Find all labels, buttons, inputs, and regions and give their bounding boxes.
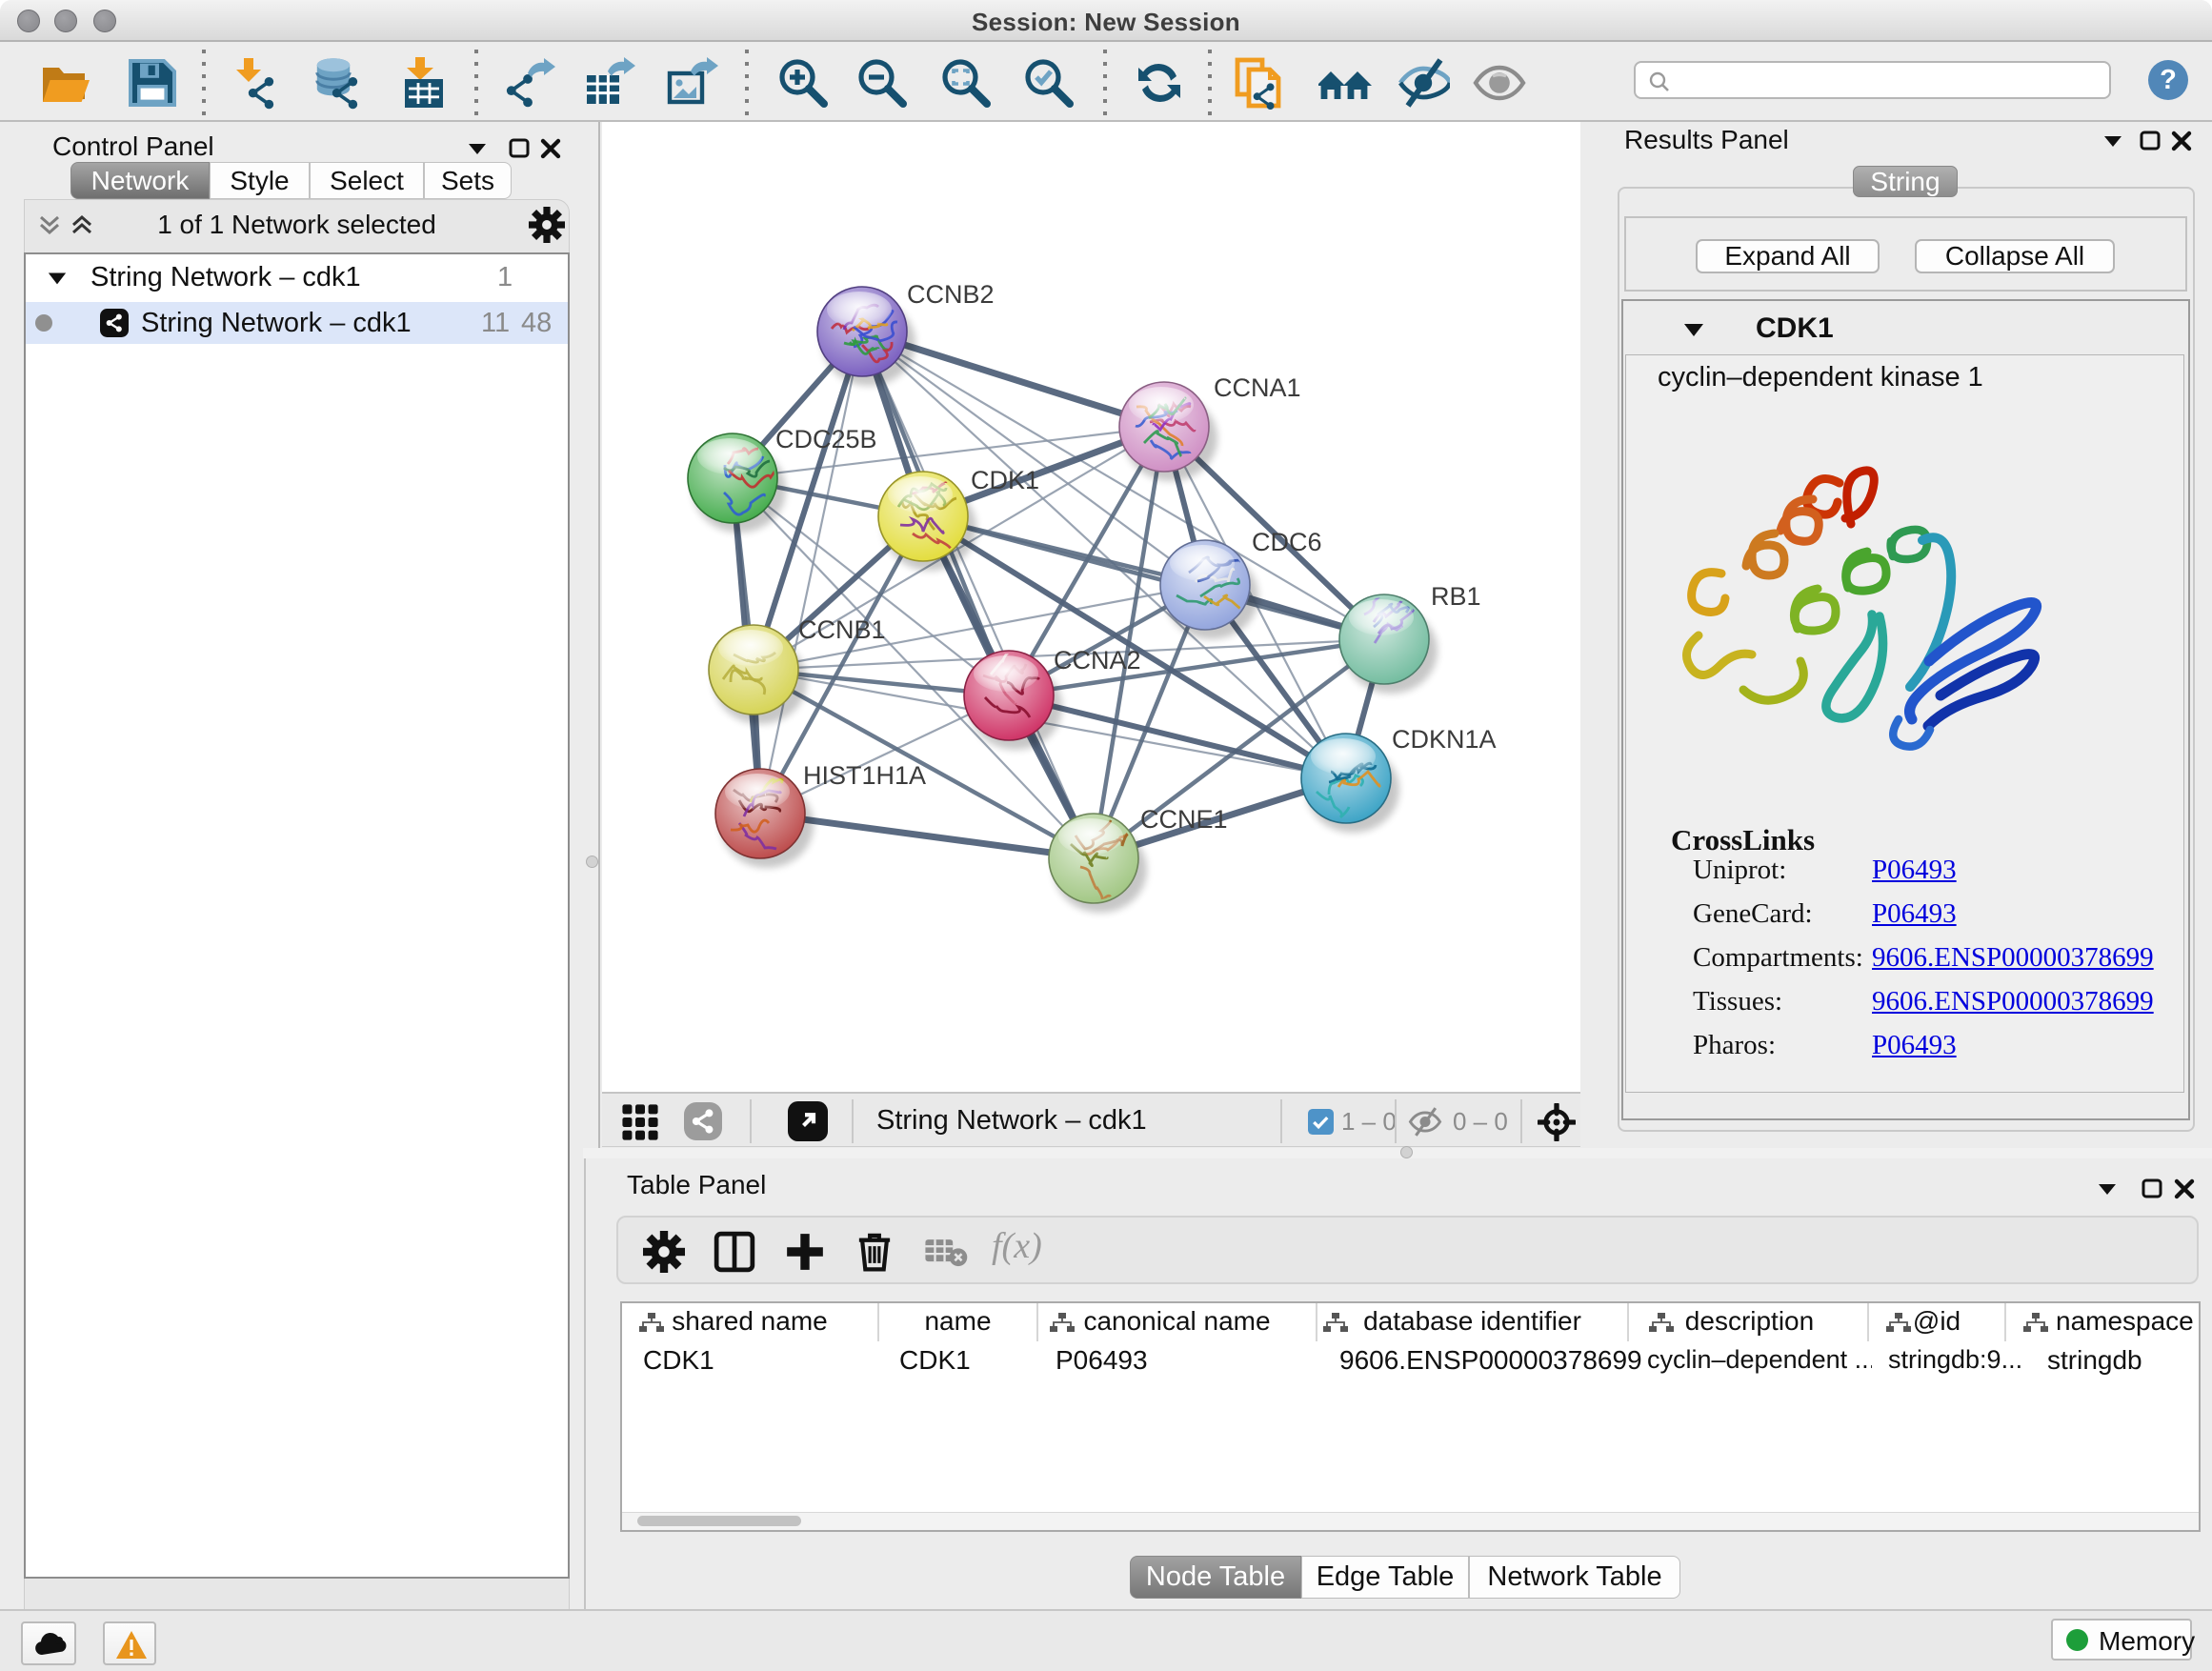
svg-text:CDK1: CDK1 [971, 466, 1039, 494]
svg-text:CCNA1: CCNA1 [1214, 373, 1301, 402]
svg-text:CDC25B: CDC25B [775, 425, 877, 453]
svg-text:HIST1H1A: HIST1H1A [803, 761, 926, 790]
svg-text:CCNA2: CCNA2 [1054, 646, 1141, 674]
svg-text:CCNB1: CCNB1 [798, 615, 886, 644]
svg-text:CCNE1: CCNE1 [1140, 805, 1228, 834]
svg-text:CDKN1A: CDKN1A [1392, 725, 1497, 754]
svg-text:RB1: RB1 [1431, 582, 1481, 611]
svg-text:CCNB2: CCNB2 [907, 280, 995, 309]
svg-text:CDC6: CDC6 [1252, 528, 1322, 556]
